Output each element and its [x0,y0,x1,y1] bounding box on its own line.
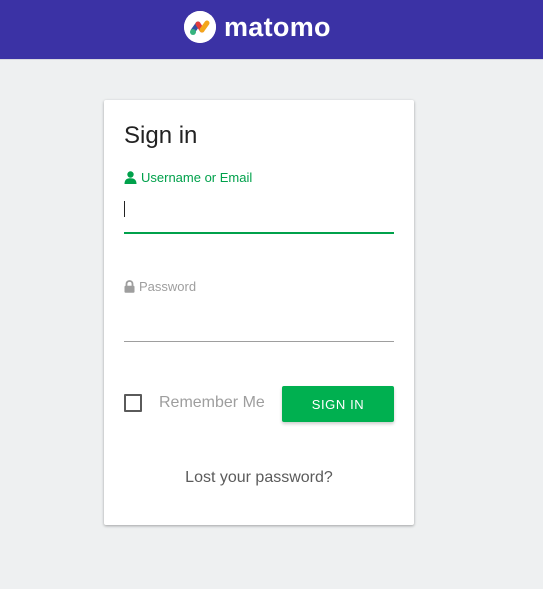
top-header: matomo [0,0,543,60]
password-label-text: Password [139,279,197,294]
sign-in-button[interactable]: SIGN IN [282,386,394,422]
page-title: Sign in [124,122,198,149]
brand-name: matomo [224,11,331,42]
password-label: Password [124,279,196,294]
matomo-logo-icon [184,11,216,43]
lock-icon [124,280,135,293]
username-input[interactable] [124,196,394,234]
lost-password-link[interactable]: Lost your password? [104,469,414,487]
matomo-logo[interactable]: matomo [184,11,331,43]
user-icon [124,171,137,184]
password-input[interactable] [124,312,394,342]
text-cursor [124,201,125,217]
remember-me[interactable]: Remember Me [124,394,265,412]
remember-me-checkbox[interactable] [124,394,142,412]
username-label-text: Username or Email [141,170,253,185]
remember-me-label[interactable]: Remember Me [159,394,265,412]
username-label: Username or Email [124,170,252,185]
login-card: Sign in Username or Email Password Remem… [104,100,414,525]
